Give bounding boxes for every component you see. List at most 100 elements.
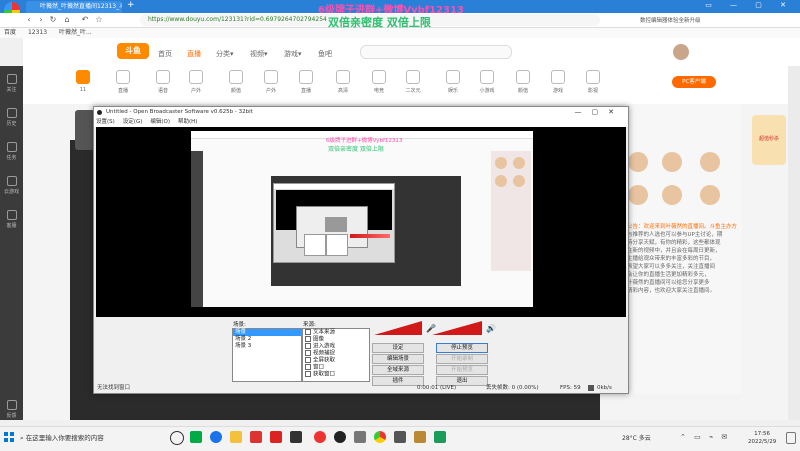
edit-scene-button[interactable]: 编辑场景 [372,354,424,364]
new-tab-icon[interactable]: + [127,0,135,10]
source-item[interactable]: 视频捕捉 [303,350,369,357]
rail-item-service[interactable]: 客服 [0,206,23,236]
site-search-input[interactable] [360,45,512,59]
global-sources-button[interactable]: 全域来源 [372,365,424,375]
tray-icons[interactable]: ⌃ ▭ ⌁ ✉ [680,433,730,441]
scene-item[interactable]: 场景 3 [233,343,301,350]
checkbox-icon[interactable] [305,371,311,377]
nav-item-live[interactable]: 直播 [187,49,201,59]
source-list[interactable]: 文本来源 图像 进入游戏 视频捕捉 全屏获取 窗口 获取窗口 [302,328,370,382]
bookmark-item[interactable]: 叶薇然_叶... [59,29,92,36]
source-item[interactable]: 获取窗口 [303,371,369,378]
obs-window-controls-icon[interactable]: —▢✕ [575,107,624,118]
menu-item[interactable]: 帮助(H) [178,119,197,125]
star-icon[interactable]: ☆ [94,15,104,25]
chrome-icon[interactable] [374,431,386,443]
source-item[interactable]: 全屏获取 [303,357,369,364]
checkbox-icon[interactable] [305,336,311,342]
rail-item-cloudgame[interactable]: 云游戏 [0,172,23,202]
site-logo[interactable]: 斗鱼 [117,43,149,59]
app-icon[interactable] [314,431,326,443]
bookmark-item[interactable]: 12313 [28,29,47,36]
pc-client-button[interactable]: PC客户端 [672,76,716,88]
app-icon[interactable] [354,431,366,443]
edge-icon[interactable] [210,431,222,443]
nav-item-home[interactable]: 首页 [158,49,172,59]
task-view-icon[interactable] [170,431,184,445]
folder-icon[interactable] [230,431,242,443]
bookmark-item[interactable]: 百度 [4,29,16,36]
obs-preview[interactable]: 6级牌子进群+微博Vybf12313 双倍亲密度 双倍上限 [96,127,626,317]
reload-icon[interactable]: ↻ [48,15,58,25]
source-item[interactable]: 进入游戏 [303,343,369,350]
rail-item-history[interactable]: 历史 [0,104,23,134]
source-item[interactable]: 图像 [303,336,369,343]
streamer-thumbnail[interactable] [75,110,95,150]
menu-item[interactable]: 编辑(O) [150,119,170,125]
undo-icon[interactable]: ↶ [80,15,90,25]
user-avatar[interactable] [673,44,689,60]
category-item[interactable]: 户外 [258,70,284,94]
fan-avatar[interactable] [662,152,682,172]
app-icon[interactable] [394,431,406,443]
category-item[interactable]: 娱乐 [440,70,466,94]
browser-hint[interactable]: 数控编辑器体验全新升级 [640,16,701,24]
fan-avatar[interactable] [662,185,682,205]
category-item[interactable]: 游戏 [545,70,571,94]
category-item[interactable]: 颜值 [223,70,249,94]
app-icon[interactable] [434,431,446,443]
fan-avatar[interactable] [700,152,720,172]
category-item[interactable]: 直播 [293,70,319,94]
category-item[interactable]: 二次元 [400,70,426,94]
app-icon[interactable] [250,431,262,443]
side-ad[interactable]: 超值秒杀 [752,115,786,165]
category-item[interactable]: 颜值 [510,70,536,94]
stop-preview-button[interactable]: 停止预览 [436,343,488,353]
desktop-volume-meter[interactable]: 🔊 [430,319,530,337]
notification-icon[interactable] [786,432,796,444]
category-item[interactable]: 11 [70,70,96,93]
scene-item[interactable]: 场景 2 [233,336,301,343]
app-icon[interactable] [414,431,426,443]
fan-avatar[interactable] [700,185,720,205]
taskbar-clock[interactable]: 17:56 2022/5/29 [748,430,776,446]
source-item[interactable]: 文本来源 [303,329,369,336]
start-preview-button[interactable]: 开始预览 [436,365,488,375]
scene-item[interactable]: 场景 [233,329,301,336]
category-item[interactable]: 小游戏 [474,70,500,94]
taskbar-search-input[interactable]: ⌕ 在这里输入你要搜索的内容 [20,429,158,447]
checkbox-icon[interactable] [305,357,311,363]
fan-avatar[interactable] [628,152,648,172]
category-item[interactable]: 电竞 [366,70,392,94]
checkbox-icon[interactable] [305,350,311,356]
weather-widget[interactable]: 28°C 多云 [622,433,651,442]
app-icon[interactable] [290,431,302,443]
nav-item-fishbar[interactable]: 鱼吧 [318,49,332,59]
start-record-button[interactable]: 开始录制 [436,354,488,364]
scene-list[interactable]: 场景 场景 2 场景 3 [232,328,302,382]
category-item[interactable]: 语音 [150,70,176,94]
page-scrollbar[interactable] [788,66,800,420]
obs-taskbar-icon[interactable] [334,431,346,443]
category-item[interactable]: 高清 [330,70,356,94]
rail-item-feedback[interactable]: 反馈 [0,396,23,426]
browser-tab[interactable]: 叶薇然_叶薇然直播间12313_斗... [26,1,122,13]
nav-item-video[interactable]: 视频▾ [250,49,268,59]
forward-icon[interactable]: › [36,15,46,25]
windows-start-icon[interactable] [4,432,14,442]
window-controls-icon[interactable]: ▭ — ▢ ✕ [705,1,794,9]
menu-item[interactable]: 设定(G) [123,119,143,125]
home-icon[interactable]: ⌂ [62,15,72,25]
fan-avatar[interactable] [628,185,648,205]
settings-button[interactable]: 设定 [372,343,424,353]
rail-item-task[interactable]: 任务 [0,138,23,168]
checkbox-icon[interactable] [305,329,311,335]
menu-item[interactable]: 设置(S) [96,119,115,125]
checkbox-icon[interactable] [305,343,311,349]
nav-item-game[interactable]: 游戏▾ [284,49,302,59]
nav-item-category[interactable]: 分类▾ [216,49,234,59]
back-icon[interactable]: ‹ [24,15,34,25]
app-icon[interactable] [190,431,202,443]
rail-item-follow[interactable]: 关注 [0,70,23,100]
category-item[interactable]: 影视 [580,70,606,94]
